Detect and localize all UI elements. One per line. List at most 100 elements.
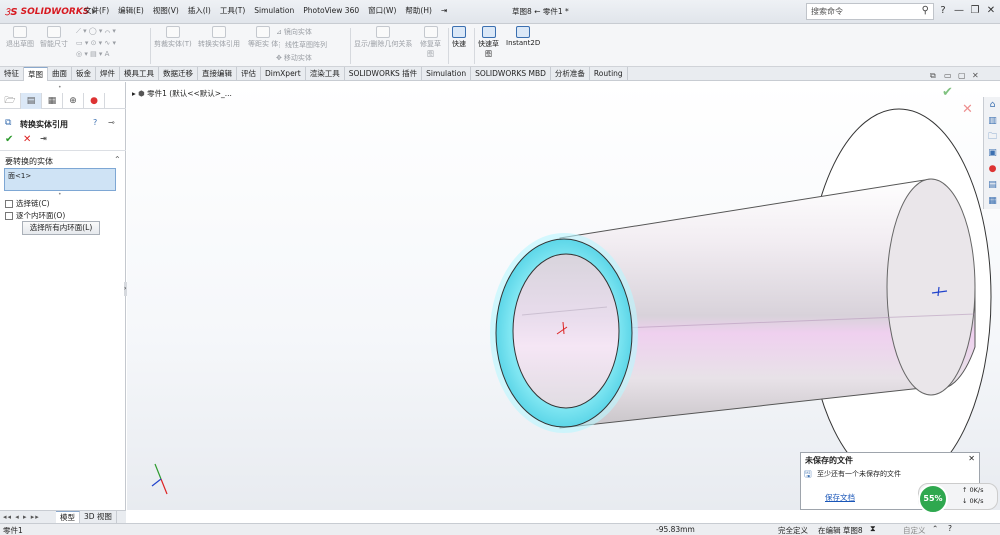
viewport-minimize-icon[interactable]: ▭ (944, 71, 952, 80)
offset-entities-button[interactable]: 等距实 体 (248, 26, 278, 49)
menu-tools[interactable]: 工具(T) (220, 5, 245, 16)
rebuild-icon[interactable]: ⧗ (870, 524, 876, 534)
tree-root-item[interactable]: 零件1 (默认<<默认>_... (147, 89, 232, 98)
tab-model[interactable]: 模型 (56, 511, 80, 523)
expand-arrow-icon[interactable]: ▸ (132, 89, 136, 98)
cylinder-end-face[interactable] (886, 178, 976, 396)
menu-view[interactable]: 视图(V) (153, 5, 179, 16)
menu-file[interactable]: 文件(F) (84, 5, 109, 16)
move-entities-button[interactable]: ✥ 移动实体 (276, 53, 327, 63)
tab-weldments[interactable]: 焊件 (96, 67, 120, 81)
each-inner-loop-checkbox[interactable]: 逐个内环面(O) (5, 210, 65, 221)
confirm-corner-ok-icon[interactable]: ✔ (942, 85, 953, 100)
line-tools-row[interactable]: ⟋ ▾ ◯ ▾ ⌒ ▾ (76, 27, 116, 36)
restore-icon[interactable]: ❐ (968, 4, 982, 18)
tab-sketch[interactable]: 草图 (24, 67, 48, 81)
menu-window[interactable]: 窗口(W) (368, 5, 396, 16)
instant2d-button[interactable]: Instant2D (506, 26, 540, 47)
units-dropdown-icon[interactable]: ⌃ (932, 524, 938, 533)
dimxpert-tab-icon[interactable]: ⊕ (63, 93, 84, 109)
pin-icon[interactable]: ⇥ (441, 6, 447, 15)
viewport-tile-icon[interactable]: ⧉ (930, 71, 936, 81)
custom-properties-icon[interactable]: ▤ (985, 178, 1000, 193)
smart-dimension-button[interactable]: 智能尺寸 (40, 26, 68, 49)
point-tools-row[interactable]: ◎ ▾ ▤ ▾ A (76, 50, 116, 58)
tab-sheet-metal[interactable]: 钣金 (72, 67, 96, 81)
trim-entities-button[interactable]: 剪裁实体(T) (154, 26, 192, 49)
viewport-maximize-icon[interactable]: ▢ (958, 71, 966, 80)
solidworks-logo[interactable]: 𝟹S SOLIDWORKS ▸ (4, 4, 97, 20)
move-icon: ✥ (276, 54, 282, 62)
repair-sketch-button[interactable]: 修复草 图 (420, 26, 441, 59)
tab-routing[interactable]: Routing (590, 67, 628, 81)
flyout-feature-tree[interactable]: ▸ ⬢ 零件1 (默认<<默认>_... (132, 88, 232, 99)
pushpin-icon[interactable]: ⊸ (108, 118, 115, 127)
view-triad[interactable] (151, 463, 168, 495)
collapse-chevron-icon[interactable]: ⌃ (114, 155, 121, 164)
tab-simulation[interactable]: Simulation (422, 67, 472, 81)
home-icon[interactable]: ⌂ (985, 98, 1000, 113)
tab-3d-view[interactable]: 3D 视图 (80, 511, 117, 523)
tab-mold-tools[interactable]: 模具工具 (120, 67, 159, 81)
tab-mbd[interactable]: SOLIDWORKS MBD (471, 67, 551, 81)
tab-scroll-arrows[interactable]: ◂◂ ◂ ▸ ▸▸ (0, 511, 56, 523)
menu-simulation[interactable]: Simulation (254, 6, 294, 15)
quick-snaps-button[interactable]: 快速 (452, 26, 466, 49)
view-palette-icon[interactable]: ▣ (985, 146, 1000, 161)
tab-analysis-prep[interactable]: 分析准备 (551, 67, 590, 81)
resize-grip-icon[interactable]: • (58, 191, 62, 198)
panel-grip-icon[interactable]: • (58, 84, 62, 91)
help-icon[interactable]: ? (936, 4, 950, 18)
tab-features[interactable]: 特征 (0, 67, 24, 81)
appearances-icon[interactable]: ● (985, 162, 1000, 177)
tab-addins[interactable]: SOLIDWORKS 插件 (345, 67, 423, 81)
select-all-inner-loops-button[interactable]: 选择所有内环面(L) (22, 221, 100, 235)
tab-surfaces[interactable]: 曲面 (48, 67, 72, 81)
file-explorer-icon[interactable]: 🗀 (985, 130, 1000, 145)
configuration-tab-icon[interactable]: ▦ (42, 93, 63, 109)
help-icon[interactable]: ? (93, 118, 97, 127)
display-relations-button[interactable]: 显示/删除几何关系 (354, 26, 412, 49)
save-document-link[interactable]: 保存文档 (825, 492, 855, 503)
tab-dimxpert[interactable]: DimXpert (261, 67, 306, 81)
tab-direct-editing[interactable]: 直接编辑 (198, 67, 237, 81)
menu-photoview[interactable]: PhotoView 360 (303, 6, 359, 15)
mirror-button[interactable]: ⊿ 镜向实体 (276, 27, 327, 37)
exit-sketch-button[interactable]: 退出草图 (6, 26, 34, 49)
design-library-icon[interactable]: ▥ (985, 114, 1000, 129)
property-manager-tab-icon[interactable]: ▤ (21, 93, 42, 109)
entities-selection-box[interactable]: 面<1> (4, 168, 116, 191)
status-help-icon[interactable]: ? (948, 524, 952, 533)
close-icon[interactable]: ✕ (984, 4, 998, 18)
cancel-x-icon[interactable]: ✕ (23, 134, 31, 145)
3d-model-view[interactable]: ✔ ✕ (127, 82, 1000, 510)
selected-entity[interactable]: 面<1> (8, 172, 31, 180)
keep-visible-icon[interactable]: ⇥ (40, 134, 47, 143)
network-usage-badge[interactable]: 55% (918, 484, 948, 514)
status-units[interactable]: 自定义 (903, 525, 926, 535)
rect-tools-row[interactable]: ▭ ▾ ⊙ ▾ ∿ ▾ (76, 39, 116, 47)
viewport-close-icon[interactable]: ✕ (972, 71, 979, 80)
ok-check-icon[interactable]: ✔ (5, 134, 13, 145)
search-icon[interactable]: ⚲ (922, 5, 929, 16)
search-input[interactable]: 搜索命令 ⚲ (806, 3, 934, 20)
menu-edit[interactable]: 编辑(E) (118, 5, 144, 16)
convert-entities-button[interactable]: 转换实体引用 (198, 26, 240, 49)
solidworks-forum-icon[interactable]: ▦ (985, 194, 1000, 209)
menu-help[interactable]: 帮助(H) (405, 5, 432, 16)
tab-evaluate[interactable]: 评估 (237, 67, 261, 81)
inner-bore[interactable] (512, 253, 620, 409)
graphics-area[interactable]: ✔ ✕ (127, 82, 1000, 510)
feature-tree-tab-icon[interactable]: 🗁 (0, 93, 21, 109)
rapid-sketch-button[interactable]: 快速草 图 (478, 26, 499, 59)
instant2d-icon (516, 26, 531, 38)
tab-data-migration[interactable]: 数据迁移 (159, 67, 198, 81)
display-manager-tab-icon[interactable]: ● (84, 93, 105, 109)
confirm-corner-cancel-icon[interactable]: ✕ (962, 102, 973, 117)
menu-insert[interactable]: 插入(I) (188, 5, 211, 16)
minimize-icon[interactable]: — (952, 4, 966, 18)
notification-close-icon[interactable]: ✕ (968, 454, 975, 463)
tab-render-tools[interactable]: 渲染工具 (306, 67, 345, 81)
select-chain-checkbox[interactable]: 选择链(C) (5, 198, 50, 209)
linear-pattern-button[interactable]: ⋮ 线性草图阵列 (276, 40, 327, 50)
